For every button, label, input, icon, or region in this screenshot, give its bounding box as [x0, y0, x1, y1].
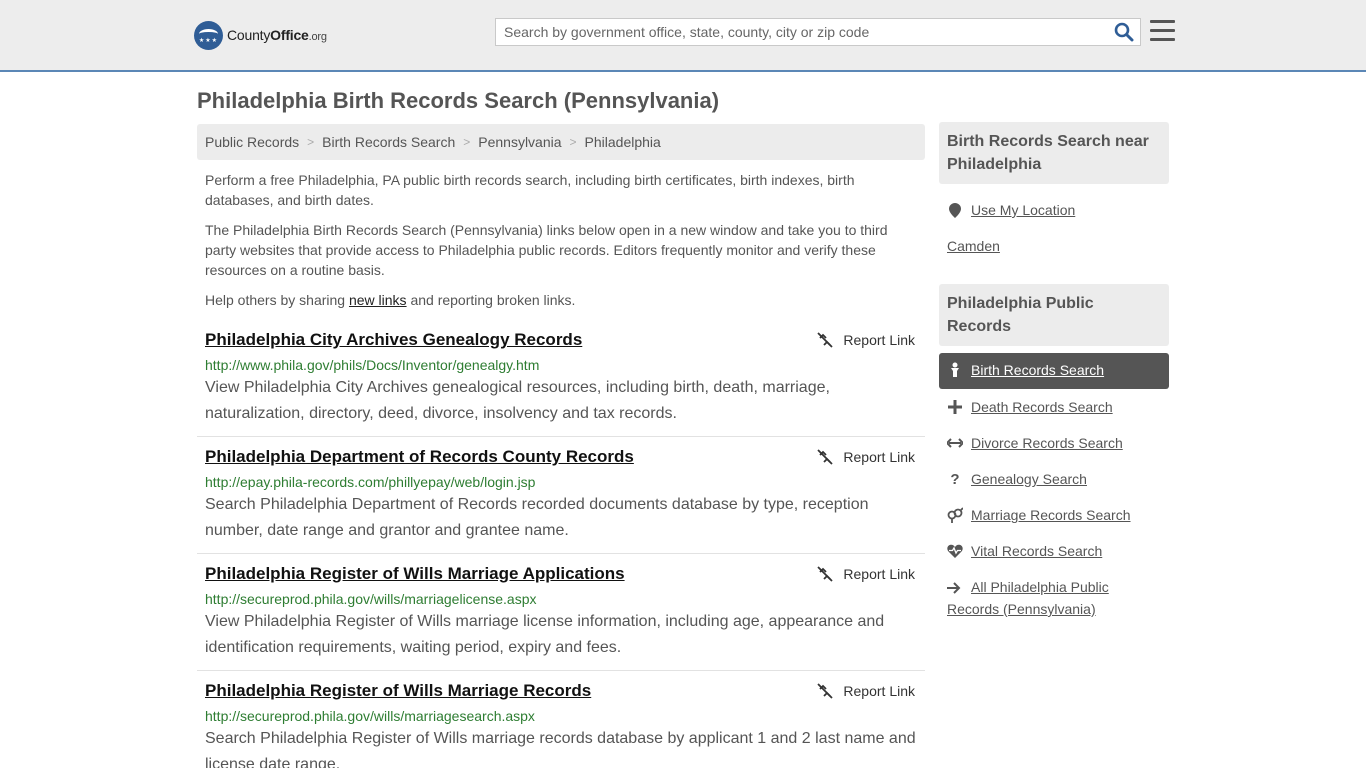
record-divider [197, 670, 925, 671]
search-box [495, 18, 1141, 46]
record-url: http://secureprod.phila.gov/wills/marria… [205, 591, 537, 607]
report-link-button[interactable]: Report Link [817, 449, 915, 465]
record-item: Philadelphia City Archives Genealogy Rec… [197, 330, 925, 427]
broken-link-icon [817, 332, 834, 348]
intro-paragraph-2: The Philadelphia Birth Records Search (P… [205, 222, 888, 278]
record-title-link[interactable]: Philadelphia Department of Records Count… [205, 447, 634, 467]
arrow-right-icon [947, 579, 963, 599]
cross-icon [947, 399, 963, 415]
sidebar-item-birth-records[interactable]: Birth Records Search [947, 362, 1104, 378]
breadcrumb-public-records[interactable]: Public Records [205, 134, 299, 150]
sidebar-heading-nearby: Birth Records Search near Philadelphia [939, 122, 1169, 184]
sidebar-item-all-public-records[interactable]: All Philadelphia Public Records (Pennsyl… [947, 577, 1157, 619]
intro-paragraph-1: Perform a free Philadelphia, PA public b… [205, 172, 855, 208]
broken-link-icon [817, 683, 834, 699]
intro-paragraph-3: Help others by sharing new links and rep… [205, 292, 576, 308]
sidebar-heading-public-records: Philadelphia Public Records [939, 284, 1169, 346]
baby-icon [947, 362, 963, 378]
intro-text: Perform a free Philadelphia, PA public b… [205, 170, 905, 320]
broken-link-icon [817, 449, 834, 465]
use-my-location-link[interactable]: Use My Location [947, 202, 1075, 218]
record-title-link[interactable]: Philadelphia Register of Wills Marriage … [205, 564, 625, 584]
record-url: http://secureprod.phila.gov/wills/marria… [205, 708, 535, 724]
record-url: http://www.phila.gov/phils/Docs/Inventor… [205, 357, 540, 373]
record-description: Search Philadelphia Register of Wills ma… [205, 730, 916, 768]
new-links-link[interactable]: new links [349, 292, 407, 308]
sidebar-item-genealogy[interactable]: ? Genealogy Search [947, 470, 1087, 488]
question-icon: ? [950, 470, 960, 488]
hamburger-menu-icon[interactable] [1150, 20, 1175, 42]
record-url: http://epay.phila-records.com/phillyepay… [205, 474, 536, 490]
record-title-link[interactable]: Philadelphia Register of Wills Marriage … [205, 681, 591, 701]
record-description: View Philadelphia Register of Wills marr… [205, 613, 885, 656]
breadcrumb-philadelphia[interactable]: Philadelphia [585, 134, 661, 150]
breadcrumb-pennsylvania[interactable]: Pennsylvania [478, 134, 561, 150]
record-description: View Philadelphia City Archives genealog… [205, 379, 830, 422]
record-item: Philadelphia Register of Wills Marriage … [197, 681, 925, 768]
breadcrumb-birth-records[interactable]: Birth Records Search [322, 134, 455, 150]
logo-text: CountyOffice.org [227, 27, 327, 43]
sidebar-item-vital-records[interactable]: Vital Records Search [947, 543, 1102, 559]
heartbeat-icon [947, 543, 963, 559]
report-link-button[interactable]: Report Link [817, 683, 915, 699]
gender-icon [947, 507, 963, 523]
sidebar-item-marriage-records[interactable]: Marriage Records Search [947, 507, 1131, 523]
logo-badge-icon: ★★★ [194, 20, 223, 50]
breadcrumb: Public Records > Birth Records Search > … [197, 124, 925, 160]
sidebar-item-divorce-records[interactable]: Divorce Records Search [947, 435, 1123, 451]
breadcrumb-separator-icon: > [463, 135, 471, 149]
record-item: Philadelphia Register of Wills Marriage … [197, 564, 925, 661]
map-marker-icon [947, 202, 963, 218]
sidebar-item-death-records[interactable]: Death Records Search [947, 399, 1113, 415]
report-link-button[interactable]: Report Link [817, 332, 915, 348]
page-title: Philadelphia Birth Records Search (Penns… [197, 88, 720, 113]
broken-link-icon [817, 566, 834, 582]
record-item: Philadelphia Department of Records Count… [197, 447, 925, 544]
search-input[interactable] [496, 19, 1096, 45]
nearby-camden-link[interactable]: Camden [947, 238, 1000, 254]
search-icon[interactable] [1114, 22, 1134, 42]
breadcrumb-separator-icon: > [307, 135, 315, 149]
report-link-button[interactable]: Report Link [817, 566, 915, 582]
record-divider [197, 436, 925, 437]
record-description: Search Philadelphia Department of Record… [205, 496, 869, 539]
record-divider [197, 553, 925, 554]
site-logo[interactable]: ★★★ CountyOffice.org [194, 20, 327, 50]
record-title-link[interactable]: Philadelphia City Archives Genealogy Rec… [205, 330, 582, 350]
site-header: ★★★ CountyOffice.org [0, 0, 1366, 72]
arrows-icon [947, 435, 963, 451]
breadcrumb-separator-icon: > [569, 135, 577, 149]
